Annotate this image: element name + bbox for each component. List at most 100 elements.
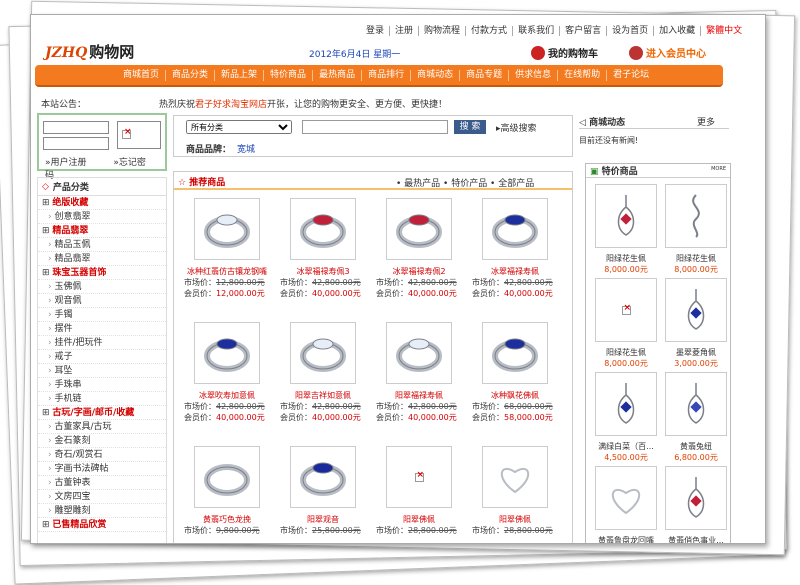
register-link[interactable]: »用户注册 bbox=[45, 158, 99, 168]
nav-item-categories[interactable]: 商品分类 bbox=[165, 69, 214, 81]
product-name[interactable]: 黄翡巧色龙挽 bbox=[180, 514, 274, 525]
top-link-favorite[interactable]: 加入收藏 bbox=[653, 26, 700, 36]
special-item[interactable]: 阳绿花生佩8,000.00元 bbox=[660, 184, 730, 275]
category-item[interactable]: 手珠串 bbox=[38, 378, 166, 392]
special-image[interactable] bbox=[665, 184, 727, 248]
nav-item-hot[interactable]: 最热商品 bbox=[312, 69, 361, 81]
nav-item-home[interactable]: 商城首页 bbox=[117, 70, 165, 81]
category-item[interactable]: 奇石/观赏石 bbox=[38, 448, 166, 462]
special-image[interactable] bbox=[665, 466, 727, 530]
product-image[interactable] bbox=[290, 446, 356, 508]
product-image[interactable] bbox=[482, 198, 548, 260]
product-card[interactable]: 阳翠佛佩市场价：28,800.00元 bbox=[372, 446, 466, 536]
special-item[interactable]: 黄翡俏色事业... bbox=[660, 466, 730, 543]
product-card[interactable]: 冰种红翡仿古镶龙钢嘴 市场价：12,800.00元 会员价：12,000.00元 bbox=[180, 198, 274, 299]
nav-item-forum[interactable]: 君子论坛 bbox=[606, 69, 655, 81]
category-item[interactable]: 文房四宝 bbox=[38, 490, 166, 504]
advanced-search-link[interactable]: ▸高级搜索 bbox=[496, 121, 537, 134]
nav-item-ranking[interactable]: 商品排行 bbox=[361, 69, 410, 81]
search-input[interactable] bbox=[302, 120, 448, 134]
product-image[interactable] bbox=[386, 198, 452, 260]
special-image[interactable] bbox=[665, 372, 727, 436]
product-image[interactable] bbox=[482, 322, 548, 384]
nav-item-specials[interactable]: 特价商品 bbox=[263, 69, 312, 81]
category-item[interactable]: 挂件/把玩件 bbox=[38, 336, 166, 350]
category-item[interactable]: 戒子 bbox=[38, 350, 166, 364]
category-item[interactable]: 古董家具/古玩 bbox=[38, 420, 166, 434]
special-name[interactable]: 墨翠菱角佩 bbox=[660, 347, 730, 358]
special-name[interactable]: 黄翡俏色事业... bbox=[660, 535, 730, 543]
category-item[interactable]: 绝版收藏 bbox=[38, 196, 166, 210]
top-link-traditional[interactable]: 繁體中文 bbox=[700, 26, 747, 36]
product-image[interactable] bbox=[482, 446, 548, 508]
product-name[interactable]: 冰翠福禄寿佩3 bbox=[276, 266, 370, 277]
product-name[interactable]: 阳翠吉祥如意佩 bbox=[276, 390, 370, 401]
nav-item-help[interactable]: 在线帮助 bbox=[557, 69, 606, 81]
password-input[interactable] bbox=[43, 137, 109, 150]
product-card[interactable]: 阳翠福禄寿佩 市场价：42,800.00元 会员价：40,000.00元 bbox=[372, 322, 466, 423]
category-item[interactable]: 精品翡翠 bbox=[38, 252, 166, 266]
category-item[interactable]: 耳坠 bbox=[38, 364, 166, 378]
special-item[interactable]: 黄翡鲁盘龙回嘴 bbox=[590, 466, 662, 543]
special-name[interactable]: 黄翡兔纽 bbox=[660, 441, 730, 452]
product-card[interactable]: 冰翠福禄寿佩3 市场价：42,800.00元 会员价：40,000.00元 bbox=[276, 198, 370, 299]
product-name[interactable]: 冰翠吹寿加意佩 bbox=[180, 390, 274, 401]
nav-item-topics[interactable]: 商品专题 bbox=[459, 69, 508, 81]
member-center-link[interactable]: 进入会员中心 bbox=[629, 45, 706, 60]
top-link-guestbook[interactable]: 客户留言 bbox=[559, 26, 606, 36]
top-link-register[interactable]: 注册 bbox=[389, 26, 418, 36]
category-item[interactable]: 已售精品欣赏 bbox=[38, 518, 166, 532]
search-category-select[interactable]: 所有分类 bbox=[186, 120, 292, 134]
product-name[interactable]: 冰翠福禄寿佩2 bbox=[372, 266, 466, 277]
product-image[interactable] bbox=[194, 446, 260, 508]
top-link-shopping-flow[interactable]: 购物流程 bbox=[418, 26, 465, 36]
product-image[interactable] bbox=[386, 446, 452, 508]
special-image[interactable] bbox=[595, 372, 657, 436]
special-image[interactable] bbox=[595, 184, 657, 248]
notice-highlight[interactable]: 君子好求淘宝网店 bbox=[195, 100, 267, 110]
category-item[interactable]: 手机链 bbox=[38, 392, 166, 406]
product-name[interactable]: 阳翠佛佩 bbox=[468, 514, 562, 525]
top-link-login[interactable]: 登录 bbox=[361, 26, 389, 36]
search-button[interactable]: 搜 索 bbox=[454, 120, 486, 134]
special-name[interactable]: 阳绿花生佩 bbox=[660, 253, 730, 264]
category-item[interactable]: 字画书法碑帖 bbox=[38, 462, 166, 476]
product-name[interactable]: 冰种飘花佛佩 bbox=[468, 390, 562, 401]
category-item[interactable]: 古董钟表 bbox=[38, 476, 166, 490]
special-item[interactable]: 阳绿花生佩8,000.00元 bbox=[590, 184, 662, 275]
special-image[interactable] bbox=[595, 278, 657, 342]
special-item[interactable]: 满绿白菜（百... 4,500.00元 bbox=[590, 372, 662, 463]
category-item[interactable]: 精品翡翠 bbox=[38, 224, 166, 238]
special-name[interactable]: 阳绿花生佩 bbox=[590, 253, 662, 264]
special-name[interactable]: 阳绿花生佩 bbox=[590, 347, 662, 358]
special-item[interactable]: 阳绿花生佩8,000.00元 bbox=[590, 278, 662, 369]
category-item[interactable]: 摆件 bbox=[38, 322, 166, 336]
site-logo[interactable]: JZHQ 购物网 bbox=[45, 41, 134, 62]
special-more-link[interactable]: MORE bbox=[711, 166, 726, 172]
product-image[interactable] bbox=[386, 322, 452, 384]
product-image[interactable] bbox=[290, 198, 356, 260]
product-card[interactable]: 黄翡巧色龙挽 市场价：9,800.00元 bbox=[180, 446, 274, 536]
product-card[interactable]: 阳翠吉祥如意佩 市场价：42,800.00元 会员价：40,000.00元 bbox=[276, 322, 370, 423]
special-name[interactable]: 满绿白菜（百... bbox=[590, 441, 662, 452]
top-link-contact[interactable]: 联系我们 bbox=[512, 26, 559, 36]
product-card[interactable]: 冰种飘花佛佩 市场价：68,000.00元 会员价：58,000.00元 bbox=[468, 322, 562, 423]
category-item[interactable]: 手镯 bbox=[38, 308, 166, 322]
product-name[interactable]: 冰种红翡仿古镶龙钢嘴 bbox=[180, 266, 274, 277]
brand-link[interactable]: 宽城 bbox=[237, 145, 255, 155]
nav-item-new[interactable]: 新品上架 bbox=[214, 69, 263, 81]
product-card[interactable]: 冰翠福禄寿佩 市场价：42,800.00元 会员价：40,000.00元 bbox=[468, 198, 562, 299]
product-card[interactable]: 冰翠吹寿加意佩 市场价：42,800.00元 会员价：40,000.00元 bbox=[180, 322, 274, 423]
product-name[interactable]: 冰翠福禄寿佩 bbox=[468, 266, 562, 277]
category-item[interactable]: 玉佛佩 bbox=[38, 280, 166, 294]
product-image[interactable] bbox=[194, 322, 260, 384]
category-item[interactable]: 创意翡翠 bbox=[38, 210, 166, 224]
recommend-tabs[interactable]: • 最热产品 • 特价产品 • 全部产品 bbox=[396, 176, 534, 189]
category-item[interactable]: 珠宝玉器首饰 bbox=[38, 266, 166, 280]
news-more-link[interactable]: 更多 bbox=[697, 115, 715, 128]
product-name[interactable]: 阳翠观音 bbox=[276, 514, 370, 525]
category-item[interactable]: 金石篆刻 bbox=[38, 434, 166, 448]
top-link-payment[interactable]: 付款方式 bbox=[465, 26, 512, 36]
product-card[interactable]: 冰翠福禄寿佩2 市场价：42,800.00元 会员价：40,000.00元 bbox=[372, 198, 466, 299]
category-item[interactable]: 雕塑雕刻 bbox=[38, 504, 166, 518]
